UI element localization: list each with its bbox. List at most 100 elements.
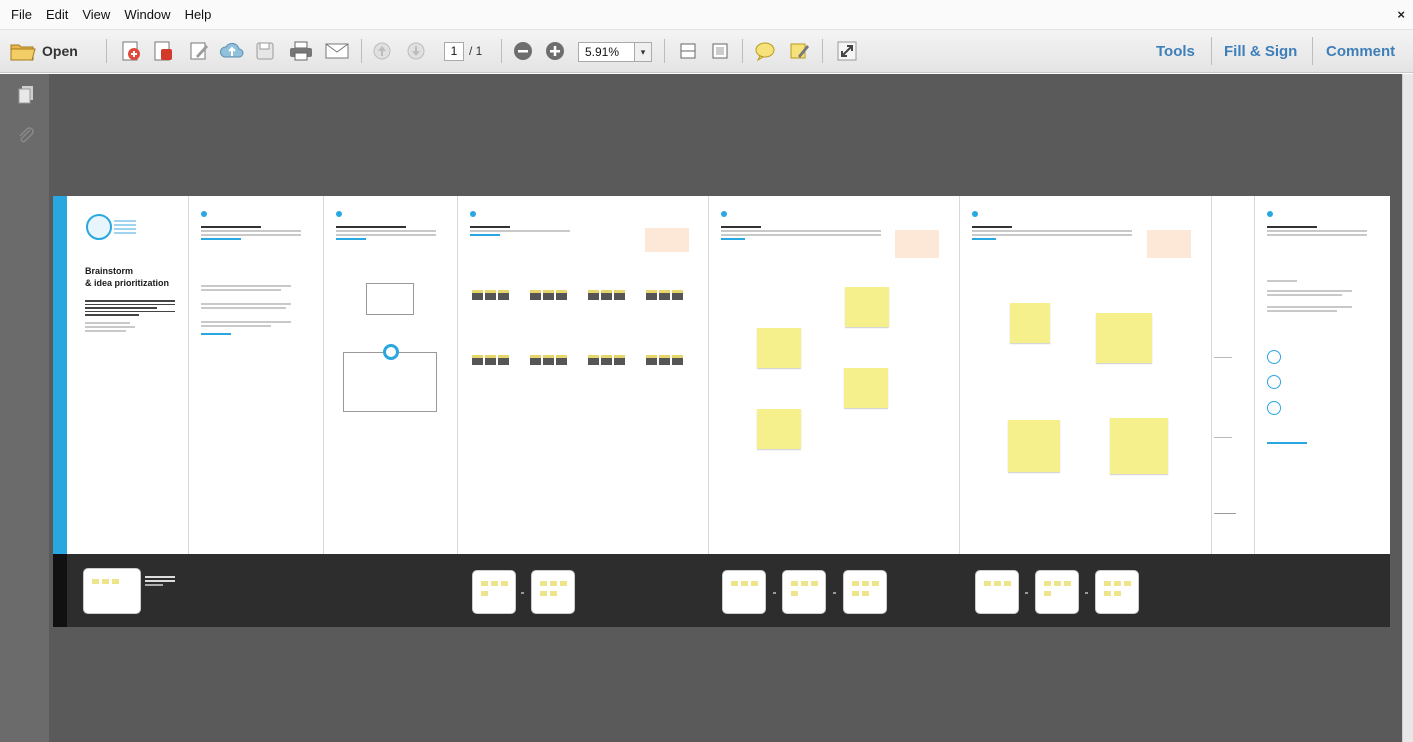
thumbnail-sticky [852, 591, 859, 596]
next-page-icon[interactable] [404, 39, 428, 63]
cloud-upload-icon[interactable] [218, 39, 246, 63]
cluster-sticky [672, 290, 683, 300]
group-text [721, 224, 881, 240]
fit-width-icon[interactable] [676, 39, 700, 63]
thumbnail-sticky [1054, 581, 1061, 586]
thumbnail-sticky [811, 581, 818, 586]
zoom-out-icon[interactable] [510, 39, 536, 63]
thumbnail-card [722, 570, 766, 614]
thumbnail-sticky [102, 579, 109, 584]
thumbnail-sticky [481, 591, 488, 596]
problem-statement-card [366, 283, 414, 315]
resource-icon [1267, 375, 1281, 389]
toolbar-divider [1211, 37, 1212, 65]
menu-help[interactable]: Help [178, 7, 219, 22]
menu-file[interactable]: File [4, 7, 39, 22]
print-icon[interactable] [287, 39, 315, 63]
step-icon [470, 211, 476, 217]
vertical-scrollbar[interactable] [1402, 74, 1413, 742]
thumbnail-sticky [491, 581, 498, 586]
thumbnail-sticky [731, 581, 738, 586]
template-logo-icon [86, 214, 112, 240]
sticky-cluster [472, 355, 512, 365]
edit-icon[interactable] [186, 39, 212, 63]
cluster-sticky [601, 290, 612, 300]
after-checklist [1267, 278, 1367, 312]
prev-page-icon[interactable] [370, 39, 394, 63]
zoom-input[interactable]: 5.91% [578, 42, 636, 62]
cluster-sticky [472, 355, 483, 365]
thumbnail-sticky [872, 581, 879, 586]
step-icon [721, 211, 727, 217]
step-icon [336, 211, 342, 217]
thumbnail-connector [1025, 592, 1028, 594]
toolbar-divider [106, 39, 107, 63]
thumbnail-sticky [540, 591, 547, 596]
create-pdf-icon[interactable] [118, 39, 144, 63]
open-button[interactable]: Open [42, 39, 92, 63]
connector-line [1214, 437, 1232, 438]
thumbnail-sticky [1104, 581, 1111, 586]
export-pdf-icon[interactable] [150, 39, 176, 63]
menu-edit[interactable]: Edit [39, 7, 75, 22]
attachment-icon[interactable] [16, 126, 36, 146]
fill-sign-link[interactable]: Fill & Sign [1224, 43, 1297, 60]
thumbnail-sticky [560, 581, 567, 586]
menu-view[interactable]: View [75, 7, 117, 22]
thumbnail-card [843, 570, 887, 614]
thumbnail-sticky [112, 579, 119, 584]
sticky-cluster [646, 290, 686, 300]
cluster-sticky [588, 355, 599, 365]
sticky-cluster [646, 355, 686, 365]
menu-window[interactable]: Window [117, 7, 177, 22]
tools-link[interactable]: Tools [1156, 43, 1195, 60]
open-folder-icon[interactable] [8, 39, 38, 63]
thumbnail-sticky [1104, 591, 1111, 596]
tip-note [645, 228, 689, 252]
before-column [189, 196, 324, 554]
sticky-note [757, 409, 801, 449]
spacer-column [1212, 196, 1255, 554]
fullscreen-icon[interactable] [834, 39, 860, 63]
thumbnail-sticky [994, 581, 1001, 586]
cluster-sticky [556, 355, 567, 365]
cluster-sticky [498, 355, 509, 365]
highlight-icon[interactable] [786, 39, 812, 63]
fit-page-icon[interactable] [708, 39, 732, 63]
thumbnail-sticky [862, 591, 869, 596]
sticky-note [1010, 303, 1050, 343]
sticky-cluster [530, 290, 570, 300]
thumbnail-sticky [1044, 591, 1051, 596]
page-number-input[interactable]: 1 [444, 42, 464, 61]
menu-bar: File Edit View Window Help × [0, 0, 1413, 30]
thumbnail-sticky [741, 581, 748, 586]
toolbar-divider [361, 39, 362, 63]
thumbnail-card [83, 568, 141, 614]
zoom-in-icon[interactable] [542, 39, 568, 63]
sticky-cluster [472, 290, 512, 300]
thumbnail-sticky [801, 581, 808, 586]
sticky-note [757, 328, 801, 368]
thumbnail-connector [521, 592, 524, 594]
email-icon[interactable] [323, 39, 351, 63]
cluster-sticky [601, 355, 612, 365]
zoom-dropdown[interactable]: ▾ [634, 42, 652, 62]
cluster-sticky [588, 290, 599, 300]
intro-description [85, 298, 175, 332]
step-icon [1267, 211, 1273, 217]
thumbnail-sticky [852, 581, 859, 586]
cluster-sticky [543, 355, 554, 365]
pages-icon[interactable] [16, 84, 36, 104]
sticky-note [1096, 313, 1152, 363]
thumbnail-sticky [540, 581, 547, 586]
comment-bubble-icon[interactable] [752, 39, 778, 63]
cluster-sticky [614, 290, 625, 300]
thumbnail-sticky [1044, 581, 1051, 586]
save-icon[interactable] [252, 39, 278, 63]
close-document-icon[interactable]: × [1397, 7, 1405, 22]
thumbnail-sticky [1124, 581, 1131, 586]
thumbnail-sticky [751, 581, 758, 586]
comment-link[interactable]: Comment [1326, 43, 1395, 60]
sticky-note [1110, 418, 1168, 474]
toolbar-divider [664, 39, 665, 63]
